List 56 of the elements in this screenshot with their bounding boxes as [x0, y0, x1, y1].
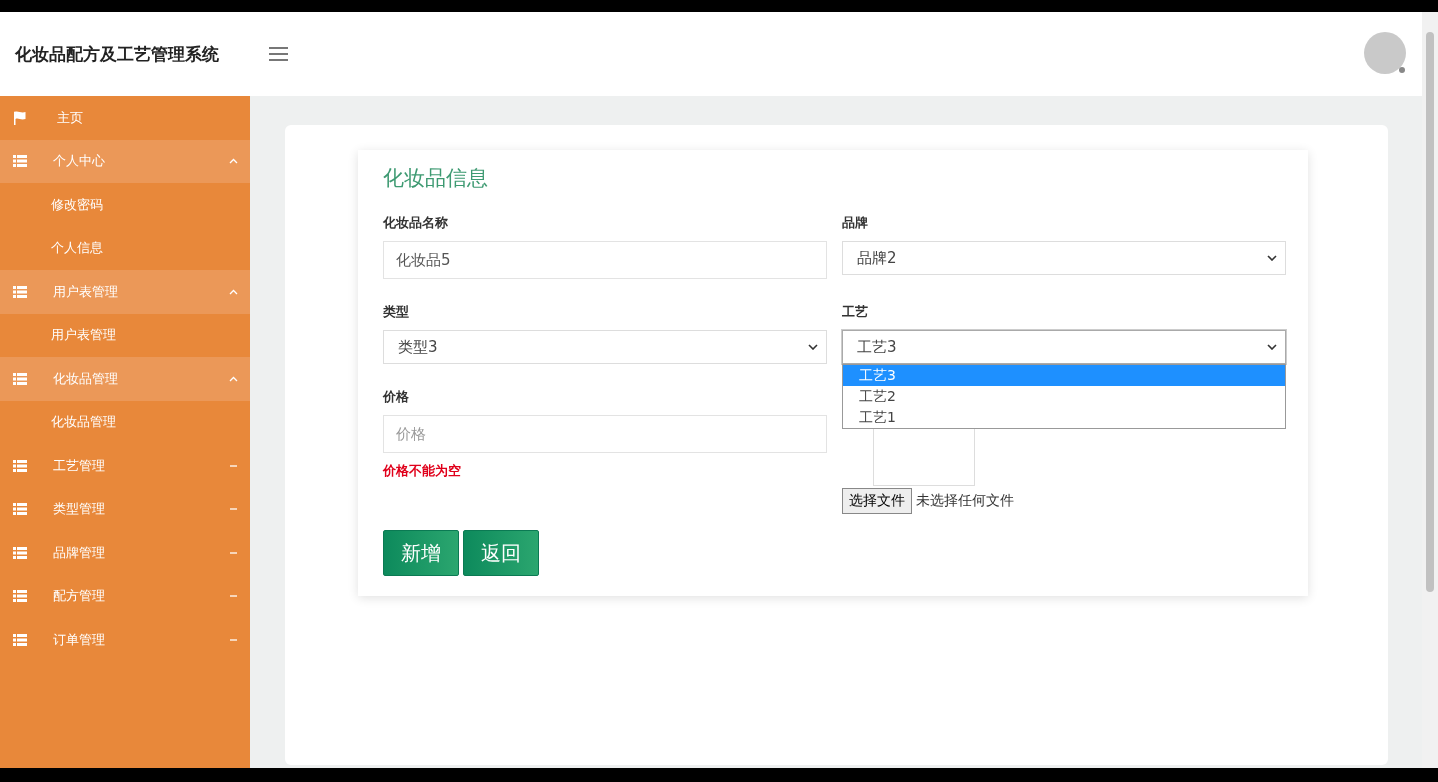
field-label: 价格 [383, 388, 410, 406]
chevron-icon [229, 549, 238, 556]
grid-icon [13, 459, 27, 472]
sidebar-item[interactable]: 配方管理 [0, 574, 250, 618]
dropdown-option[interactable]: 工艺1 [843, 407, 1285, 428]
field-label: 品牌 [842, 214, 869, 232]
field-label: 工艺 [842, 303, 869, 321]
scrollbar-thumb[interactable] [1426, 32, 1434, 592]
chevron-icon [1267, 344, 1277, 350]
chevron-icon [229, 158, 238, 165]
chevron-icon [229, 636, 238, 643]
chevron-icon [229, 462, 238, 469]
field-label: 化妆品名称 [383, 214, 449, 232]
grid-icon [13, 590, 27, 603]
flag-icon [13, 110, 26, 125]
error-message: 价格不能为空 [383, 462, 462, 480]
chevron-icon [1267, 255, 1277, 261]
sidebar-subitem[interactable]: 用户表管理 [0, 313, 250, 357]
chevron-icon [229, 375, 238, 382]
grid-icon [13, 372, 27, 385]
select-field[interactable]: 品牌2 [842, 241, 1286, 275]
app-title: 化妆品配方及工艺管理系统 [15, 42, 220, 66]
sidebar-item[interactable]: 化妆品管理 [0, 357, 250, 401]
sidebar-subitem[interactable]: 化妆品管理 [0, 400, 250, 444]
select-field[interactable]: 类型3 [383, 330, 827, 364]
sidebar-item[interactable]: 用户表管理 [0, 270, 250, 314]
sidebar-item[interactable]: 订单管理 [0, 618, 250, 662]
chevron-icon [229, 288, 238, 295]
select-field[interactable]: 工艺3 [842, 330, 1286, 364]
sidebar-item[interactable]: 主页 [0, 96, 250, 140]
grid-icon [13, 503, 27, 516]
text-field[interactable]: 化妆品5 [383, 241, 827, 279]
sidebar-subitem[interactable]: 个人信息 [0, 226, 250, 270]
form-button[interactable]: 返回 [463, 530, 539, 576]
sidebar-item[interactable]: 品牌管理 [0, 531, 250, 575]
grid-icon [13, 546, 27, 559]
dropdown-option[interactable]: 工艺3 [843, 365, 1285, 386]
sidebar-subitem[interactable]: 修改密码 [0, 183, 250, 227]
grid-icon [13, 155, 27, 168]
form-button[interactable]: 新增 [383, 530, 459, 576]
menu-icon[interactable] [269, 47, 288, 61]
chevron-icon [229, 506, 238, 513]
dropdown-option[interactable]: 工艺2 [843, 386, 1285, 407]
grid-icon [13, 285, 27, 298]
avatar-icon[interactable] [1364, 32, 1408, 76]
sidebar-item[interactable]: 类型管理 [0, 487, 250, 531]
grid-icon [13, 633, 27, 646]
chevron-icon [808, 344, 818, 350]
chevron-icon [229, 593, 238, 600]
sidebar-item[interactable]: 工艺管理 [0, 444, 250, 488]
choose-file-button[interactable]: 选择文件 [842, 488, 912, 514]
text-field[interactable]: 价格 [383, 415, 827, 453]
file-status: 未选择任何文件 [916, 492, 1014, 510]
form-title: 化妆品信息 [383, 165, 489, 192]
field-label: 类型 [383, 303, 410, 321]
sidebar-item[interactable]: 个人中心 [0, 139, 250, 183]
